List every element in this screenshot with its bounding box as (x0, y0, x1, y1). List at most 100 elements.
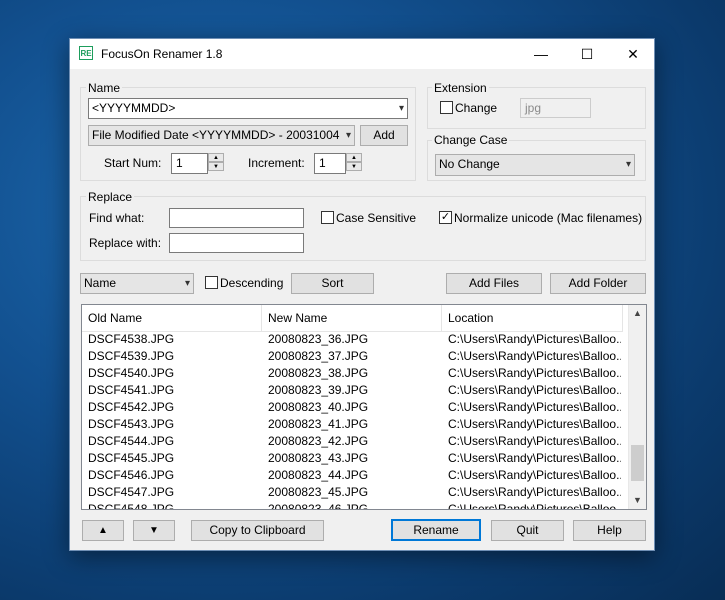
location-cell: C:\Users\Randy\Pictures\Balloo... (448, 434, 621, 448)
old-name-cell: DSCF4545.JPG (88, 451, 175, 465)
increment-spinner[interactable]: ▲ ▼ (346, 153, 362, 171)
arrow-down-icon: ▼ (149, 525, 159, 536)
maximize-button[interactable]: ☐ (564, 39, 610, 69)
case-sensitive-label: Case Sensitive (336, 211, 417, 225)
sort-by-select[interactable]: Name ▾ (80, 273, 194, 294)
descending-label: Descending (220, 276, 284, 290)
start-num-input[interactable]: 1 (171, 153, 208, 174)
token-select-value: File Modified Date <YYYYMMDD> - 20031004 (92, 128, 340, 142)
rename-button[interactable]: Rename (391, 519, 481, 541)
location-cell: C:\Users\Randy\Pictures\Balloo... (448, 400, 621, 414)
column-location[interactable]: Location (442, 305, 623, 331)
chevron-down-icon: ▾ (398, 103, 404, 114)
descending-checkbox[interactable] (205, 276, 218, 289)
change-extension-checkbox[interactable] (440, 101, 453, 114)
location-cell: C:\Users\Randy\Pictures\Balloo... (448, 502, 621, 510)
copy-to-clipboard-button[interactable]: Copy to Clipboard (191, 520, 324, 541)
list-item[interactable]: DSCF4541.JPG 20080823_39.JPG C:\Users\Rand… (82, 382, 623, 399)
new-name-cell: 20080823_40.JPG (268, 400, 369, 414)
sort-button[interactable]: Sort (291, 273, 374, 294)
list-item[interactable]: DSCF4545.JPG 20080823_43.JPG C:\Users\Rand… (82, 450, 623, 467)
move-up-button[interactable]: ▲ (82, 520, 124, 541)
old-name-cell: DSCF4544.JPG (88, 434, 175, 448)
old-name-cell: DSCF4539.JPG (88, 349, 175, 363)
vertical-scrollbar[interactable]: ▲ ▼ (628, 305, 646, 509)
extension-input[interactable]: jpg (520, 98, 591, 118)
list-item[interactable]: DSCF4540.JPG 20080823_38.JPG C:\Users\Rand… (82, 365, 623, 382)
new-name-cell: 20080823_41.JPG (268, 417, 369, 431)
list-item[interactable]: DSCF4544.JPG 20080823_42.JPG C:\Users\Rand… (82, 433, 623, 450)
minimize-icon: — (534, 46, 548, 62)
normalize-unicode-label: Normalize unicode (Mac filenames) (454, 211, 643, 225)
scroll-up-icon[interactable]: ▲ (629, 305, 646, 322)
chevron-down-icon: ▾ (184, 278, 190, 289)
column-new-name[interactable]: New Name (262, 305, 442, 331)
change-case-value: No Change (439, 157, 500, 171)
file-list-header: Old Name New Name Location (82, 305, 623, 332)
extension-group-label: Extension (432, 81, 489, 95)
new-name-cell: 20080823_45.JPG (268, 485, 369, 499)
quit-button[interactable]: Quit (491, 520, 564, 541)
app-icon: RE (79, 46, 93, 60)
name-pattern-combo[interactable]: <YYYYMMDD> ▾ (88, 98, 408, 119)
title-bar[interactable]: RE FocusOn Renamer 1.8 — ☐ ✕ (70, 39, 654, 69)
replace-group-label: Replace (86, 190, 135, 204)
sort-by-value: Name (84, 276, 117, 290)
checkmark-icon: ✓ (440, 211, 451, 223)
replace-group (80, 196, 646, 261)
close-icon: ✕ (627, 45, 639, 62)
start-num-spinner[interactable]: ▲ ▼ (208, 153, 224, 171)
old-name-cell: DSCF4548.JPG (88, 502, 175, 510)
list-item[interactable]: DSCF4546.JPG 20080823_44.JPG C:\Users\Rand… (82, 467, 623, 484)
window-title: FocusOn Renamer 1.8 (101, 47, 223, 61)
list-item[interactable]: DSCF4547.JPG 20080823_45.JPG C:\Users\Rand… (82, 484, 623, 501)
change-case-select[interactable]: No Change ▾ (435, 154, 635, 176)
location-cell: C:\Users\Randy\Pictures\Balloo... (448, 332, 621, 346)
spin-down-icon[interactable]: ▼ (208, 162, 224, 171)
token-select[interactable]: File Modified Date <YYYYMMDD> - 20031004… (88, 125, 355, 146)
old-name-cell: DSCF4543.JPG (88, 417, 175, 431)
add-files-button[interactable]: Add Files (446, 273, 542, 294)
spin-down-icon[interactable]: ▼ (346, 162, 362, 171)
list-item[interactable]: DSCF4539.JPG 20080823_37.JPG C:\Users\Rand… (82, 348, 623, 365)
minimize-button[interactable]: — (518, 39, 564, 69)
add-folder-button[interactable]: Add Folder (550, 273, 646, 294)
new-name-cell: 20080823_46.JPG (268, 502, 369, 510)
add-token-button[interactable]: Add (360, 125, 408, 146)
old-name-cell: DSCF4540.JPG (88, 366, 175, 380)
normalize-unicode-checkbox[interactable]: ✓ (439, 211, 452, 224)
list-item[interactable]: DSCF4538.JPG 20080823_36.JPG C:\Users\Rand… (82, 331, 623, 348)
new-name-cell: 20080823_39.JPG (268, 383, 369, 397)
replace-with-input[interactable] (169, 233, 304, 253)
app-window: RE FocusOn Renamer 1.8 — ☐ ✕ Name <YYYYM… (69, 38, 655, 551)
start-num-label: Start Num: (104, 156, 162, 170)
old-name-cell: DSCF4547.JPG (88, 485, 175, 499)
new-name-cell: 20080823_37.JPG (268, 349, 369, 363)
location-cell: C:\Users\Randy\Pictures\Balloo... (448, 417, 621, 431)
scrollbar-thumb[interactable] (631, 445, 644, 481)
spin-up-icon[interactable]: ▲ (208, 153, 224, 162)
file-list-rows: DSCF4538.JPG 20080823_36.JPG C:\Users\Rand… (82, 331, 623, 510)
arrow-up-icon: ▲ (98, 525, 108, 536)
chevron-down-icon: ▾ (625, 159, 631, 170)
change-case-group-label: Change Case (432, 133, 510, 147)
close-button[interactable]: ✕ (610, 39, 656, 69)
move-down-button[interactable]: ▼ (133, 520, 175, 541)
location-cell: C:\Users\Randy\Pictures\Balloo... (448, 383, 621, 397)
list-item[interactable]: DSCF4543.JPG 20080823_41.JPG C:\Users\Rand… (82, 416, 623, 433)
list-item[interactable]: DSCF4542.JPG 20080823_40.JPG C:\Users\Rand… (82, 399, 623, 416)
find-what-input[interactable] (169, 208, 304, 228)
help-button[interactable]: Help (573, 520, 646, 541)
scroll-down-icon[interactable]: ▼ (629, 492, 646, 509)
name-pattern-value: <YYYYMMDD> (92, 101, 176, 115)
increment-input[interactable]: 1 (314, 153, 346, 174)
find-what-label: Find what: (89, 211, 145, 225)
location-cell: C:\Users\Randy\Pictures\Balloo... (448, 485, 621, 499)
column-old-name[interactable]: Old Name (82, 305, 262, 331)
list-item[interactable]: DSCF4548.JPG 20080823_46.JPG C:\Users\Rand… (82, 501, 623, 510)
file-list[interactable]: Old Name New Name Location DSCF4538.JPG 2… (81, 304, 647, 510)
case-sensitive-checkbox[interactable] (321, 211, 334, 224)
replace-with-label: Replace with: (89, 236, 162, 250)
spin-up-icon[interactable]: ▲ (346, 153, 362, 162)
new-name-cell: 20080823_36.JPG (268, 332, 369, 346)
